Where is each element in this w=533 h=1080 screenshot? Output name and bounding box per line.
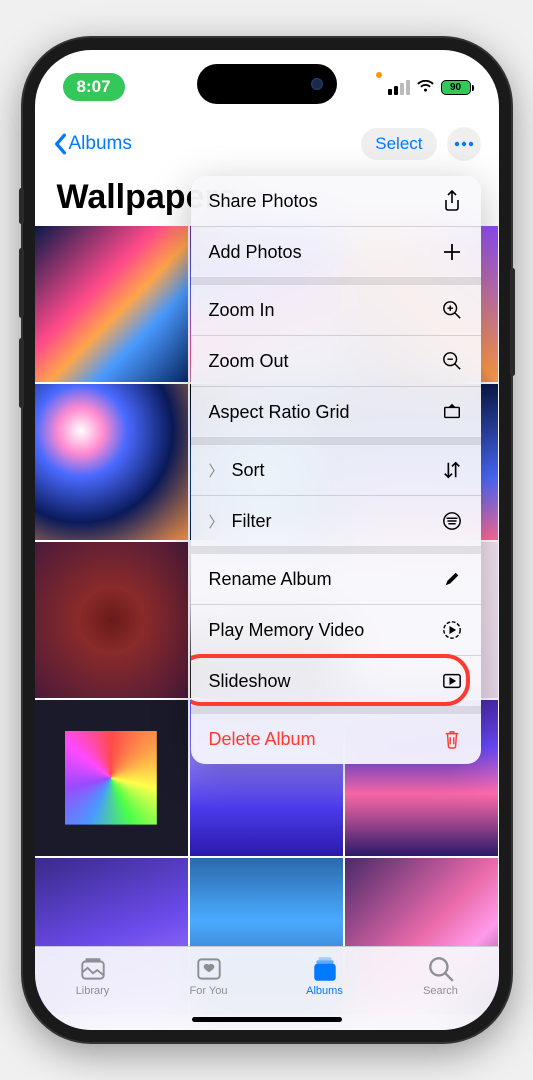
- menu-label: Delete Album: [209, 729, 316, 750]
- tab-search[interactable]: Search: [383, 955, 499, 1030]
- filter-icon: [441, 510, 463, 532]
- menu-filter[interactable]: 〉 Filter: [191, 496, 481, 554]
- photo-thumbnail[interactable]: [35, 542, 188, 698]
- battery-icon: 90: [441, 80, 471, 95]
- menu-label: Zoom In: [209, 300, 275, 321]
- photo-thumbnail[interactable]: [35, 700, 188, 856]
- dynamic-island: [197, 64, 337, 104]
- menu-zoom-out[interactable]: Zoom Out: [191, 336, 481, 387]
- camera-icon: [311, 78, 323, 90]
- menu-zoom-in[interactable]: Zoom In: [191, 285, 481, 336]
- status-indicators: 90: [376, 80, 471, 95]
- menu-label: Sort: [232, 460, 265, 481]
- cellular-icon: [388, 80, 410, 95]
- menu-label: Aspect Ratio Grid: [209, 402, 350, 423]
- screen: 8:07 90 Albums Select Wallpapers: [35, 50, 499, 1030]
- plus-icon: [441, 241, 463, 263]
- volume-down-button: [19, 338, 24, 408]
- slideshow-icon: [441, 670, 463, 692]
- back-button[interactable]: Albums: [53, 133, 132, 155]
- menu-sort[interactable]: 〉 Sort: [191, 445, 481, 496]
- albums-icon: [310, 955, 340, 983]
- tab-label: Search: [423, 985, 458, 997]
- pencil-icon: [441, 568, 463, 590]
- menu-label: Zoom Out: [209, 351, 289, 372]
- trash-icon: [441, 728, 463, 750]
- share-icon: [441, 190, 463, 212]
- tab-label: For You: [190, 985, 228, 997]
- iphone-frame: 8:07 90 Albums Select Wallpapers: [23, 38, 511, 1042]
- menu-label: Slideshow: [209, 671, 291, 692]
- search-icon: [426, 955, 456, 983]
- select-button[interactable]: Select: [361, 128, 436, 160]
- zoom-out-icon: [441, 350, 463, 372]
- photo-thumbnail[interactable]: [35, 226, 188, 382]
- sort-icon: [441, 459, 463, 481]
- more-button[interactable]: [447, 127, 481, 161]
- menu-delete-album[interactable]: Delete Album: [191, 714, 481, 764]
- silent-switch: [19, 188, 24, 224]
- zoom-in-icon: [441, 299, 463, 321]
- play-memory-icon: [441, 619, 463, 641]
- home-indicator[interactable]: [192, 1017, 342, 1022]
- aspect-ratio-icon: [441, 401, 463, 423]
- chevron-right-icon: 〉: [209, 460, 224, 481]
- tab-library[interactable]: Library: [35, 955, 151, 1030]
- nav-bar: Albums Select: [35, 120, 499, 168]
- menu-label: Play Memory Video: [209, 620, 365, 641]
- context-menu: Share Photos Add Photos Zoom In Zoom Out…: [191, 176, 481, 764]
- chevron-left-icon: [53, 133, 67, 155]
- menu-add-photos[interactable]: Add Photos: [191, 227, 481, 285]
- chevron-right-icon: 〉: [209, 511, 224, 532]
- menu-label: Add Photos: [209, 242, 302, 263]
- for-you-icon: [194, 955, 224, 983]
- volume-up-button: [19, 248, 24, 318]
- wifi-icon: [416, 80, 435, 94]
- tab-label: Albums: [306, 985, 343, 997]
- menu-rename-album[interactable]: Rename Album: [191, 554, 481, 605]
- menu-slideshow[interactable]: Slideshow: [191, 656, 481, 714]
- back-label: Albums: [69, 133, 132, 155]
- ellipsis-icon: [454, 141, 474, 147]
- tab-label: Library: [76, 985, 110, 997]
- menu-label: Rename Album: [209, 569, 332, 590]
- power-button: [510, 268, 515, 376]
- menu-aspect-ratio[interactable]: Aspect Ratio Grid: [191, 387, 481, 445]
- menu-share-photos[interactable]: Share Photos: [191, 176, 481, 227]
- photo-thumbnail[interactable]: [35, 384, 188, 540]
- mic-indicator-icon: [376, 72, 382, 78]
- menu-label: Filter: [232, 511, 272, 532]
- library-icon: [78, 955, 108, 983]
- status-time: 8:07: [63, 73, 125, 101]
- menu-play-memory[interactable]: Play Memory Video: [191, 605, 481, 656]
- menu-label: Share Photos: [209, 191, 318, 212]
